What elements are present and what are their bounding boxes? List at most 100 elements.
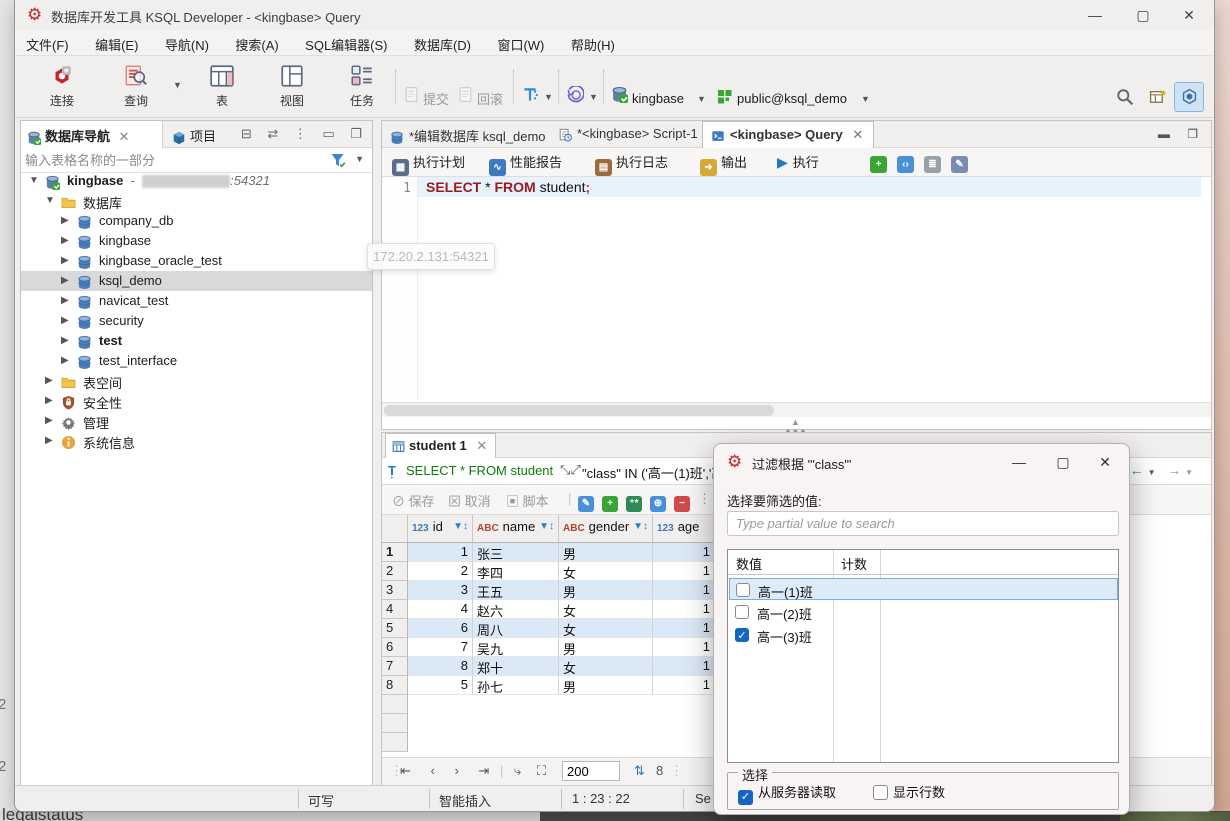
column-header-id[interactable]: 123 id ▼↕ — [408, 515, 473, 543]
duplicate-row-icon[interactable]: ⁺* — [626, 491, 642, 512]
grid-cell-gender[interactable]: 男 — [559, 638, 653, 657]
column-header-name[interactable]: ABC name ▼↕ — [473, 515, 559, 543]
dialog-close-button[interactable]: ✕ — [1085, 447, 1125, 477]
grid-cell-age[interactable]: 1 — [653, 581, 715, 600]
close-button[interactable]: ✕ — [1166, 0, 1212, 30]
fetch-all-icon[interactable]: ⛶ — [537, 763, 546, 779]
editor-hscrollbar[interactable] — [382, 402, 1211, 417]
grid-cell-name[interactable]: 王五 — [473, 581, 559, 600]
grid-cell-name[interactable]: 郑十 — [473, 657, 559, 676]
active-perspective-icon[interactable] — [1174, 82, 1204, 112]
tab-close-icon[interactable]: ✕ — [119, 129, 130, 144]
tree-item-database[interactable]: ▶ test_interface — [21, 351, 372, 371]
filter-sort-icons[interactable]: ▼↕ — [633, 521, 648, 532]
query-button[interactable]: 查询 — [107, 60, 165, 114]
grid-cell-age[interactable]: 1 — [653, 638, 715, 657]
grid-cell-id[interactable]: 2 — [408, 562, 473, 581]
checkbox-checked[interactable]: ✓ — [738, 790, 753, 805]
tree-item-security[interactable]: ▶ 安全性 — [21, 391, 372, 411]
grid-cell-name[interactable]: 李四 — [473, 562, 559, 581]
save-button[interactable]: ⊘ 保存 — [392, 491, 435, 510]
grid-cell-age[interactable]: 1 — [653, 543, 715, 562]
tree-item-database[interactable]: ▶ company_db — [21, 211, 372, 231]
result-history-arrows[interactable]: ← ▼ → ▼ — [1130, 462, 1193, 478]
minimize-button[interactable]: — — [1072, 0, 1118, 30]
chevron-right-icon[interactable]: ▶ — [61, 275, 69, 286]
open-perspective-icon[interactable] — [1149, 89, 1166, 107]
grid-cell-id[interactable]: 6 — [408, 619, 473, 638]
filter-condition-input[interactable]: "class" IN ('高一(1)班','高 — [582, 463, 724, 482]
forward-arrow-icon[interactable]: → — [1167, 462, 1181, 478]
chevron-down-icon[interactable]: ▼ — [45, 195, 55, 206]
fetch-size-input[interactable] — [562, 761, 620, 781]
option-show-row-count[interactable]: 显示行数 — [873, 782, 945, 801]
grid-cell-id[interactable]: 4 — [408, 600, 473, 619]
tab-query-active[interactable]: <kingbase> Query ✕ — [702, 121, 875, 148]
add-ref-icon[interactable]: ⊕ — [650, 491, 666, 512]
tree-item-database[interactable]: ▶ kingbase_oracle_test — [21, 251, 372, 271]
chevron-right-icon[interactable]: ▶ — [61, 315, 69, 326]
new-console-icon[interactable]: + — [870, 152, 891, 174]
tree-item-database[interactable]: ▶ security — [21, 311, 372, 331]
grid-cell-gender[interactable]: 男 — [559, 581, 653, 600]
menu-navigate[interactable]: 导航(N) — [154, 30, 220, 59]
schema-dropdown-arrow[interactable]: ▼ — [861, 94, 870, 104]
tree-item-database[interactable]: ▶ test — [21, 331, 372, 351]
splitter-handle[interactable]: ▲ ●●● — [767, 418, 827, 436]
tree-item-tablespaces[interactable]: ▶ 表空间 — [21, 371, 372, 391]
column-header-gender[interactable]: ABC gender ▼↕ — [559, 515, 653, 543]
option-read-from-server[interactable]: ✓ 从服务器读取 — [738, 782, 836, 805]
transaction-dropdown-arrow[interactable]: ▼ — [544, 92, 553, 102]
menu-edit[interactable]: 编辑(E) — [84, 30, 149, 59]
history-dropdown-arrow[interactable]: ▼ — [589, 92, 598, 102]
connect-button[interactable]: 连接 — [33, 60, 91, 114]
grid-cell-gender[interactable]: 女 — [559, 619, 653, 638]
edit-row-icon[interactable]: ✎ — [578, 491, 594, 512]
tree-item-databases-folder[interactable]: ▼ 数据库 — [21, 191, 372, 211]
tree-item-database[interactable]: ▶ navicat_test — [21, 291, 372, 311]
chevron-right-icon[interactable]: ▶ — [61, 295, 69, 306]
add-row-icon[interactable]: + — [602, 491, 618, 512]
row-number-cell[interactable]: 2 — [382, 562, 408, 581]
grid-cell-name[interactable]: 孙七 — [473, 676, 559, 695]
grid-cell-gender[interactable]: 女 — [559, 600, 653, 619]
grid-cell-gender[interactable]: 女 — [559, 657, 653, 676]
tab-close-icon[interactable]: ✕ — [852, 127, 863, 142]
grid-cell-name[interactable]: 周八 — [473, 619, 559, 638]
chevron-right-icon[interactable]: ▶ — [61, 215, 69, 226]
pagination-icons[interactable]: ⇤ ‹ › ⇥ — [400, 763, 497, 779]
column-count[interactable]: 计数 — [841, 554, 867, 573]
chevron-down-icon[interactable]: ▼ — [29, 175, 39, 186]
execution-log-button[interactable]: ▤ 执行日志 — [595, 152, 668, 176]
connection-selector[interactable]: kingbase — [632, 91, 684, 106]
grid-cell-id[interactable]: 8 — [408, 657, 473, 676]
value-row[interactable]: ✓ 高一(3)班 — [729, 624, 879, 646]
tab-edit-database[interactable]: *编辑数据库 ksql_demo — [382, 121, 556, 148]
back-arrow-icon[interactable]: ← — [1130, 462, 1144, 478]
tab-database-navigator[interactable]: 数据库导航 ✕ — [21, 121, 163, 148]
tab-script[interactable]: *<kingbase> Script-1 — [550, 121, 708, 148]
menu-window[interactable]: 窗口(W) — [486, 30, 555, 59]
chevron-right-icon[interactable]: ▶ — [61, 255, 69, 266]
dialog-minimize-button[interactable]: — — [999, 447, 1039, 477]
tree-item-administration[interactable]: ▶ 管理 — [21, 411, 372, 431]
tree-item-database-selected[interactable]: ▶ ksql_demo — [21, 271, 372, 291]
grid-cell-id[interactable]: 7 — [408, 638, 473, 657]
query-dropdown-arrow[interactable]: ▼ — [173, 80, 182, 90]
column-value[interactable]: 数值 — [736, 554, 762, 573]
back-dropdown-arrow[interactable]: ▼ — [1148, 468, 1156, 477]
grid-cell-age[interactable]: 1 — [653, 619, 715, 638]
history-icon[interactable] — [566, 86, 584, 104]
table-filter-input[interactable] — [25, 150, 315, 170]
view-button[interactable]: 视图 — [263, 60, 321, 114]
grid-cell-age[interactable]: 1 — [653, 657, 715, 676]
chevron-right-icon[interactable]: ▶ — [45, 435, 53, 446]
filter-query-text[interactable]: SELECT * FROM student — [406, 463, 553, 478]
editor-minmax-icons[interactable]: ▬ ❐ — [1158, 127, 1205, 141]
grid-cell-name[interactable]: 吴九 — [473, 638, 559, 657]
grid-cell-name[interactable]: 赵六 — [473, 600, 559, 619]
chevron-right-icon[interactable]: ▶ — [61, 235, 69, 246]
cancel-button[interactable]: ⊠ 取消 — [448, 491, 491, 510]
connection-dropdown-arrow[interactable]: ▼ — [697, 94, 706, 104]
value-row[interactable]: 高一(2)班 — [729, 601, 879, 623]
